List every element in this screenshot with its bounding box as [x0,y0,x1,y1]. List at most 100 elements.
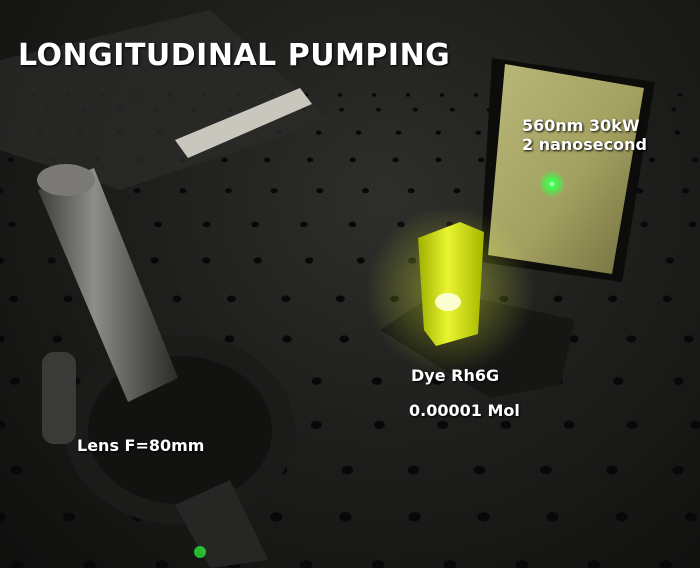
table-hole [221,157,228,163]
table-hole [691,157,699,163]
table-hole [179,188,187,194]
table-hole [408,512,421,522]
table-hole [659,560,673,568]
table-hole [11,560,25,568]
table-hole [613,377,624,385]
table-hole [437,420,448,429]
lens-post [42,352,76,444]
table-hole [392,157,399,163]
table-hole [281,295,291,303]
table-hole [683,335,694,343]
table-hole [52,335,63,343]
optical-table [0,10,700,568]
table-hole [690,420,700,429]
table-hole [225,188,232,194]
table-hole [674,130,681,135]
table-hole [83,560,97,568]
table-hole [356,257,365,264]
table-hole [412,107,418,112]
table-hole [626,335,636,343]
table-hole [376,107,381,112]
table-hole [341,465,354,475]
table-hole [339,335,350,343]
table-hole [477,512,490,522]
table-hole [316,130,322,135]
table-hole [133,188,141,194]
table-hole [681,188,689,194]
table-hole [305,257,314,264]
table-hole [608,295,618,303]
table-hole [435,130,442,135]
table-hole [355,130,362,135]
table-hole [349,157,356,163]
table-hole [172,295,182,303]
table-hole [202,257,211,264]
table-hole [563,420,575,429]
table-hole [270,512,283,522]
table-hole [362,188,369,194]
table-hole [224,335,235,343]
table-hole [473,465,486,475]
table-hole [626,420,638,429]
table-hole [500,420,512,429]
table-hole [515,560,529,568]
table-hole [150,257,159,264]
table-hole [311,377,322,385]
table-hole [264,157,271,163]
dye-label: Dye Rh6G [411,366,500,385]
dye-cuvette [418,222,484,346]
table-hole [63,512,76,522]
table-hole [443,560,457,568]
lens-label: Lens F=80mm [77,436,205,455]
table-hole [0,512,7,522]
table-hole [649,157,656,163]
table-hole [306,157,314,163]
lens-mount-ring [88,356,272,504]
table-hole [374,420,385,429]
table-hole [449,107,455,112]
pulse-spec-line-2: 2 nanosecond [522,135,647,154]
table-hole [10,465,23,475]
table-hole [435,157,442,163]
table-hole [202,221,211,228]
table-hole [0,335,5,343]
table-hole [270,188,278,194]
table-hole [407,188,415,194]
table-hole [47,257,56,264]
photo-scene: LONGITUDINAL PUMPING 560nm 30kW 2 nanose… [0,0,700,568]
table-hole [371,560,385,568]
table-hole [439,93,445,97]
table-hole [316,188,324,194]
table-hole [0,188,4,194]
table-hole [7,157,14,163]
cuvette-bright-spot [435,293,461,311]
table-hole [371,93,377,97]
pulse-spec-line-1: 560nm 30kW [522,116,640,135]
table-hole [339,512,352,522]
table-hole [665,257,675,264]
table-hole [587,560,601,568]
table-hole [227,295,236,303]
table-hole [478,157,485,163]
table-hole [253,257,262,264]
table-hole [407,465,420,475]
table-hole [640,221,648,228]
table-hole [10,377,21,385]
table-hole [453,188,461,194]
table-hole [339,107,344,112]
table-hole [0,420,6,429]
table-hole [0,257,5,264]
table-hole [673,377,684,385]
lens-tube-cap [37,164,95,196]
table-hole [371,377,382,385]
table-hole [662,295,672,303]
table-hole [337,93,343,97]
table-hole [395,130,402,135]
table-hole [63,295,73,303]
table-hole [672,465,684,475]
table-hole [553,295,563,303]
table-hole [282,335,292,343]
laser-spot [538,170,566,198]
table-hole [310,420,322,429]
table-hole [684,512,697,522]
